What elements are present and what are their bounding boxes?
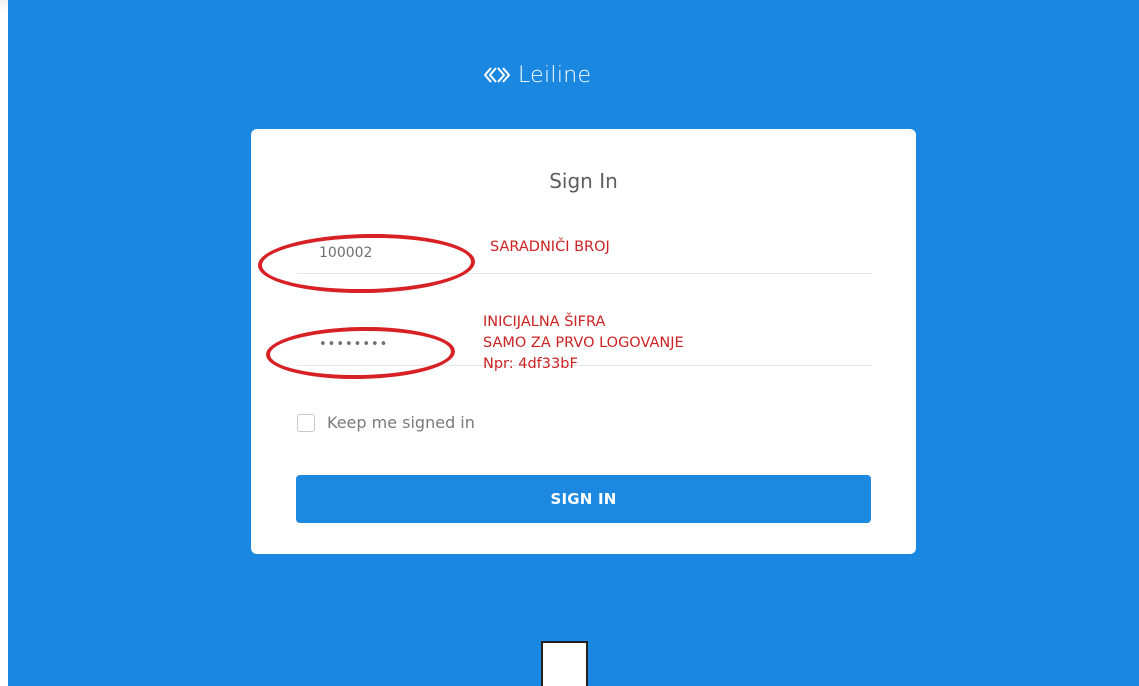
password-annotation-line: SAMO ZA PRVO LOGOVANJE xyxy=(483,335,684,351)
password-annotation-line: INICIJALNA ŠIFRA xyxy=(483,314,606,330)
sign-in-button[interactable]: SIGN IN xyxy=(296,475,871,523)
white-box-overlay xyxy=(541,641,588,686)
username-annotation: SARADNIČI BROJ xyxy=(490,239,610,255)
password-annotation-line: Npr: 4df33bF xyxy=(483,356,578,372)
brand-name: Leiline xyxy=(518,62,592,88)
keep-signed-in[interactable]: Keep me signed in xyxy=(297,413,475,432)
keep-signed-in-label: Keep me signed in xyxy=(327,413,475,432)
diamond-arrows-logo-icon xyxy=(484,62,510,88)
brand-header: Leiline xyxy=(484,62,591,88)
username-input[interactable] xyxy=(319,245,519,261)
keep-signed-in-checkbox[interactable] xyxy=(297,413,315,432)
sign-in-title: Sign In xyxy=(549,169,618,193)
password-annotation: INICIJALNA ŠIFRA SAMO ZA PRVO LOGOVANJE … xyxy=(483,312,684,375)
